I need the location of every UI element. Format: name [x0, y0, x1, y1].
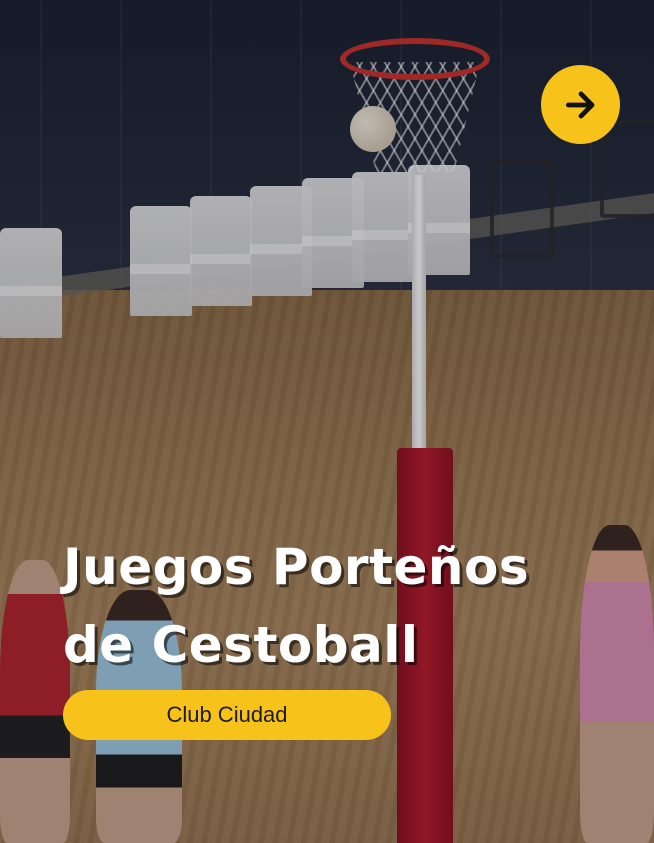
arrow-right-icon: [565, 91, 594, 118]
club-badge[interactable]: Club Ciudad: [63, 690, 391, 740]
club-badge-label: Club Ciudad: [166, 702, 288, 727]
post-title: Juegos Porteños de Cestoball: [63, 528, 623, 684]
next-button[interactable]: [541, 65, 620, 144]
title-line-1: Juegos Porteños: [63, 538, 530, 596]
post-card: Juegos Porteños de Cestoball Club Ciudad: [0, 0, 654, 843]
title-line-2: de Cestoball: [63, 616, 419, 674]
